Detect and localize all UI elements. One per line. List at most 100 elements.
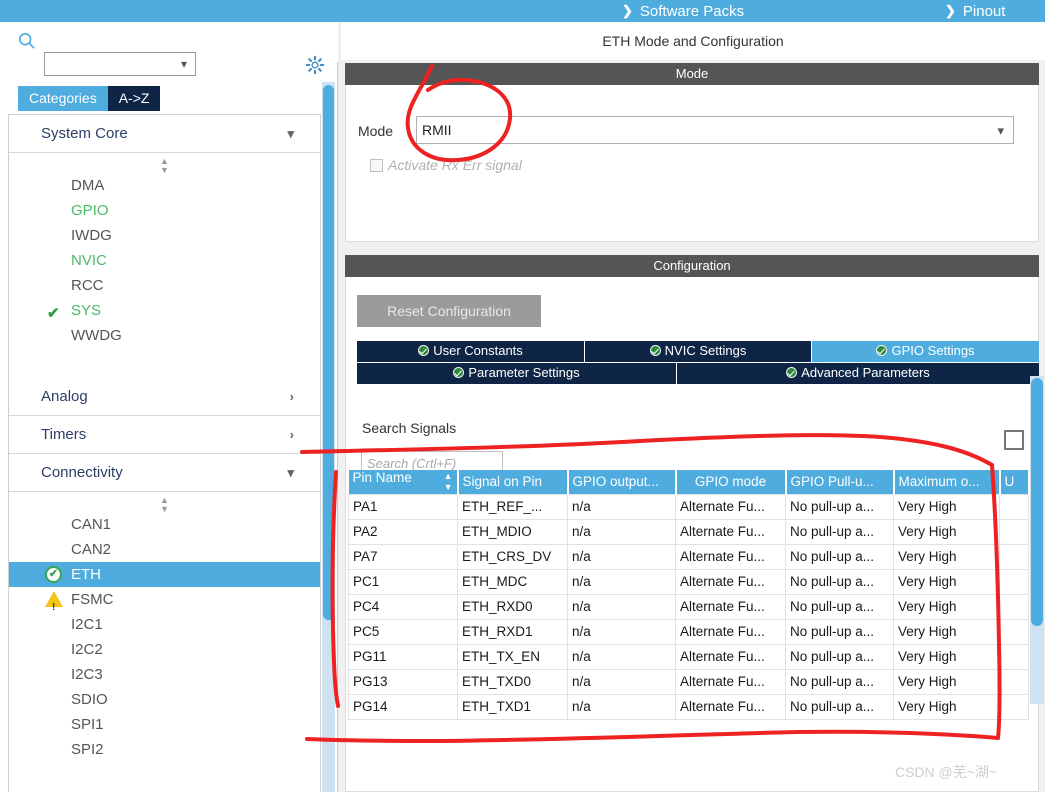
col-gpio-output[interactable]: GPIO output...	[567, 470, 677, 494]
tree-item-can2[interactable]: CAN2	[9, 537, 320, 562]
col-signal-on-pin[interactable]: Signal on Pin	[457, 470, 569, 494]
cell-userlabel	[999, 493, 1029, 520]
tree-item-nvic[interactable]: NVIC	[9, 248, 320, 273]
gpio-pin-table: ▲ ▼ Pin Name Signal on Pin GPIO output...…	[348, 470, 1030, 720]
col-pin-name[interactable]: ▲ ▼ Pin Name	[348, 470, 459, 494]
tab-nvic-settings[interactable]: NVIC Settings	[585, 341, 812, 362]
cell-maxspeed: Very High	[893, 493, 1000, 520]
tree-item-i2c3[interactable]: I2C3	[9, 662, 320, 687]
gear-icon[interactable]	[305, 55, 325, 75]
table-row[interactable]: PC1 ETH_MDC n/a Alternate Fu... No pull-…	[348, 568, 1029, 595]
cell-userlabel	[999, 618, 1029, 645]
tree-item-eth[interactable]: ✔ ETH	[9, 562, 320, 587]
tree-group-timers-label: Timers	[41, 426, 87, 443]
activate-rx-err-label: Activate Rx Err signal	[388, 157, 522, 173]
cell-signal: ETH_TXD1	[457, 693, 568, 720]
tree-item-i2c1[interactable]: I2C1	[9, 612, 320, 637]
tree-item-wwdg[interactable]: WWDG	[9, 323, 320, 348]
tab-parameter-settings[interactable]: Parameter Settings	[357, 363, 677, 384]
cell-signal: ETH_MDC	[457, 568, 568, 595]
col-user-label[interactable]: U	[999, 470, 1030, 494]
cell-mode: Alternate Fu...	[675, 543, 786, 570]
chevron-down-icon: ▾	[287, 126, 294, 141]
cell-maxspeed: Very High	[893, 643, 1000, 670]
table-row[interactable]: PG14 ETH_TXD1 n/a Alternate Fu... No pul…	[348, 693, 1029, 720]
reset-configuration-button[interactable]: Reset Configuration	[357, 295, 541, 327]
cell-maxspeed: Very High	[893, 568, 1000, 595]
search-icon[interactable]	[18, 32, 36, 50]
tree-group-system-core[interactable]: System Core ▾	[9, 115, 320, 153]
tree-item-sys[interactable]: ✔ SYS	[9, 298, 320, 323]
col-gpio-mode[interactable]: GPIO mode	[675, 470, 787, 494]
cell-userlabel	[999, 543, 1029, 570]
cell-pin-name: PC4	[348, 593, 458, 620]
cell-signal: ETH_CRS_DV	[457, 543, 568, 570]
tree-scroll-up-indicator[interactable]: ▲ ▼	[9, 153, 320, 175]
mode-dropdown[interactable]: RMII ▾	[416, 116, 1014, 144]
sidebar-scrollbar-thumb[interactable]	[323, 85, 334, 620]
tree-group-analog[interactable]: Analog ›	[9, 378, 320, 416]
left-sidebar: ▾ Categories A->Z System Core ▾ ▲ ▼ DMA …	[0, 22, 338, 792]
tab-nvic-settings-label: NVIC Settings	[664, 343, 747, 358]
top-menu-bar: ❯ Software Packs ❯ Pinout	[0, 0, 1045, 22]
sort-arrows-icon[interactable]: ▲ ▼	[444, 471, 453, 493]
cell-mode: Alternate Fu...	[675, 493, 786, 520]
cell-pin-name: PC1	[348, 568, 458, 595]
table-scrollbar-thumb[interactable]	[1031, 378, 1043, 626]
activate-rx-err-checkbox[interactable]	[370, 159, 383, 172]
tab-user-constants[interactable]: User Constants	[357, 341, 585, 362]
cell-pullup: No pull-up a...	[785, 493, 894, 520]
cell-output: n/a	[567, 518, 676, 545]
table-row[interactable]: PA7 ETH_CRS_DV n/a Alternate Fu... No pu…	[348, 543, 1029, 570]
tree-scroll-up-indicator-2[interactable]: ▲ ▼	[9, 492, 320, 514]
sidebar-search-input[interactable]: ▾	[44, 52, 196, 76]
tab-gpio-settings[interactable]: GPIO Settings	[812, 341, 1039, 362]
table-row[interactable]: PA1 ETH_REF_... n/a Alternate Fu... No p…	[348, 493, 1029, 520]
activate-rx-err-row[interactable]: Activate Rx Err signal	[370, 157, 522, 173]
tab-a-to-z[interactable]: A->Z	[107, 86, 161, 111]
tree-item-can1[interactable]: CAN1	[9, 512, 320, 537]
menu-pinout[interactable]: ❯ Pinout	[945, 0, 1005, 22]
table-header-row: ▲ ▼ Pin Name Signal on Pin GPIO output...…	[348, 470, 1030, 494]
table-body: PA1 ETH_REF_... n/a Alternate Fu... No p…	[348, 493, 1029, 720]
menu-software-packs-label: Software Packs	[639, 3, 745, 20]
tab-advanced-parameters[interactable]: Advanced Parameters	[677, 363, 1039, 384]
table-row[interactable]: PA2 ETH_MDIO n/a Alternate Fu... No pull…	[348, 518, 1029, 545]
cell-maxspeed: Very High	[893, 668, 1000, 695]
tree-item-spi1[interactable]: SPI1	[9, 712, 320, 737]
cell-signal: ETH_TXD0	[457, 668, 568, 695]
cell-pin-name: PG14	[348, 693, 458, 720]
tree-item-fsmc[interactable]: FSMC	[9, 587, 320, 620]
tree-item-i2c2[interactable]: I2C2	[9, 637, 320, 662]
cell-output: n/a	[567, 543, 676, 570]
cell-maxspeed: Very High	[893, 593, 1000, 620]
cell-pin-name: PA7	[348, 543, 458, 570]
cell-mode: Alternate Fu...	[675, 643, 786, 670]
tree-item-sdio[interactable]: SDIO	[9, 687, 320, 712]
col-maximum-output[interactable]: Maximum o...	[893, 470, 1001, 494]
tree-item-dma[interactable]: DMA	[9, 173, 320, 198]
tab-categories[interactable]: Categories	[18, 86, 108, 111]
cell-mode: Alternate Fu...	[675, 568, 786, 595]
tree-group-connectivity[interactable]: Connectivity ▾	[9, 454, 320, 492]
table-row[interactable]: PG11 ETH_TX_EN n/a Alternate Fu... No pu…	[348, 643, 1029, 670]
cell-signal: ETH_MDIO	[457, 518, 568, 545]
tree-item-iwdg[interactable]: IWDG	[9, 223, 320, 248]
table-row[interactable]: PC4 ETH_RXD0 n/a Alternate Fu... No pull…	[348, 593, 1029, 620]
col-gpio-pull-up[interactable]: GPIO Pull-u...	[785, 470, 895, 494]
cell-pullup: No pull-up a...	[785, 543, 894, 570]
menu-software-packs[interactable]: ❯ Software Packs	[622, 0, 744, 22]
tree-item-spi2[interactable]: SPI2	[9, 737, 320, 762]
tree-group-system-core-label: System Core	[41, 125, 128, 142]
table-row[interactable]: PG13 ETH_TXD0 n/a Alternate Fu... No pul…	[348, 668, 1029, 695]
tree-item-gpio[interactable]: GPIO	[9, 198, 320, 223]
cell-maxspeed: Very High	[893, 693, 1000, 720]
sidebar-search-row: ▾	[0, 22, 338, 76]
tree-group-timers[interactable]: Timers ›	[9, 416, 320, 454]
cell-output: n/a	[567, 693, 676, 720]
show-only-modified-pins-checkbox[interactable]	[1004, 430, 1024, 450]
table-row[interactable]: PC5 ETH_RXD1 n/a Alternate Fu... No pull…	[348, 618, 1029, 645]
cell-pullup: No pull-up a...	[785, 643, 894, 670]
tree-item-rcc[interactable]: RCC	[9, 273, 320, 298]
